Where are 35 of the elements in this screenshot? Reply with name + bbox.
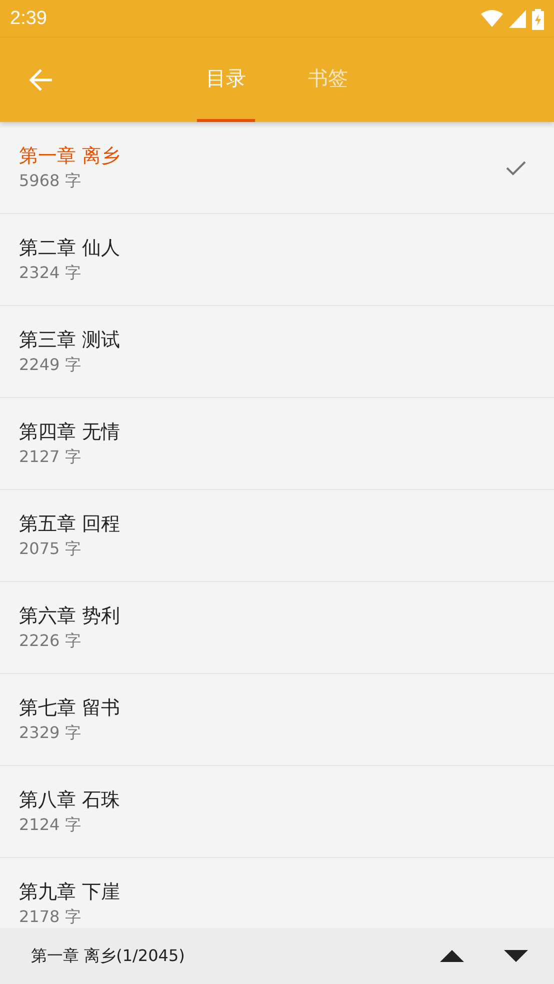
chapter-item[interactable]: 第四章 无情 2127 字 bbox=[0, 398, 554, 490]
down-triangle-icon bbox=[504, 950, 528, 962]
chapter-item[interactable]: 第七章 留书 2329 字 bbox=[0, 674, 554, 766]
word-count: 5968 字 bbox=[19, 171, 82, 192]
chapter-item[interactable]: 第六章 势利 2226 字 bbox=[0, 582, 554, 674]
chapter-item[interactable]: 第一章 离乡 5968 字 bbox=[0, 122, 554, 214]
chapter-item[interactable]: 第八章 石珠 2124 字 bbox=[0, 766, 554, 858]
chapter-title: 第二章 仙人 bbox=[19, 236, 120, 261]
chapter-title: 第一章 离乡 bbox=[19, 144, 120, 169]
up-triangle-icon bbox=[440, 950, 464, 962]
chapter-item[interactable]: 第二章 仙人 2324 字 bbox=[0, 214, 554, 306]
check-icon bbox=[506, 160, 526, 176]
current-chapter: 第一章 离乡(1/2045) bbox=[31, 946, 186, 966]
word-count: 2249 字 bbox=[19, 355, 82, 376]
chapter-title: 第七章 留书 bbox=[19, 696, 120, 721]
word-count: 2124 字 bbox=[19, 815, 82, 836]
chapter-title: 第五章 回程 bbox=[19, 512, 120, 537]
word-count: 2226 字 bbox=[19, 631, 82, 652]
word-count: 2329 字 bbox=[19, 723, 82, 744]
chapter-title: 第八章 石珠 bbox=[19, 788, 120, 813]
signal-icon bbox=[509, 10, 526, 28]
status-time: 2:39 bbox=[10, 8, 47, 30]
chapter-item[interactable]: 第三章 测试 2249 字 bbox=[0, 306, 554, 398]
back-arrow-icon bbox=[28, 68, 54, 92]
chapter-title: 第四章 无情 bbox=[19, 420, 120, 445]
chapter-title: 第六章 势利 bbox=[19, 604, 120, 629]
word-count: 2075 字 bbox=[19, 539, 82, 560]
wifi-icon bbox=[481, 10, 503, 28]
battery-icon bbox=[532, 8, 544, 30]
chapter-title: 第三章 测试 bbox=[19, 328, 120, 353]
chapter-item[interactable]: 第五章 回程 2075 字 bbox=[0, 490, 554, 582]
word-count: 2178 字 bbox=[19, 907, 82, 928]
word-count: 2324 字 bbox=[19, 263, 82, 284]
chapter-title: 第九章 下崖 bbox=[19, 880, 120, 905]
word-count: 2127 字 bbox=[19, 447, 82, 468]
